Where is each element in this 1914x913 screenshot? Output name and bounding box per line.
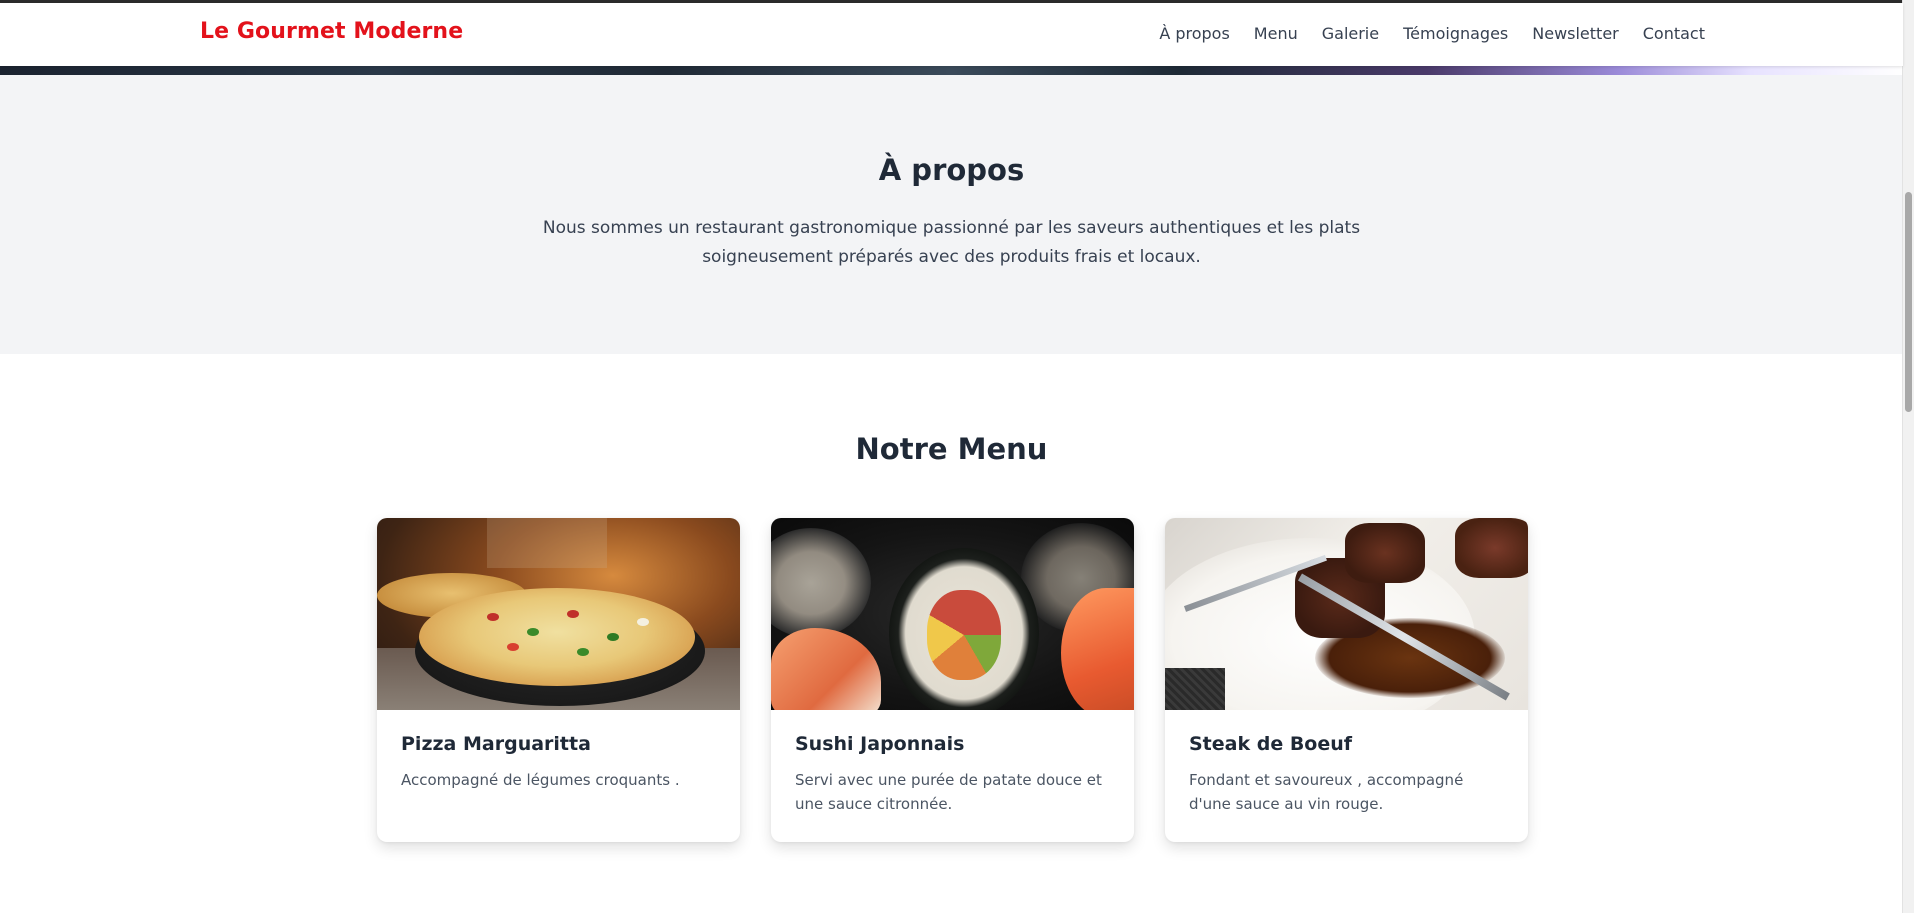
nav-link-galerie[interactable]: Galerie	[1322, 24, 1379, 43]
menu-cards: Pizza Marguaritta Accompagné de légumes …	[377, 518, 1528, 842]
nav-link-newsletter[interactable]: Newsletter	[1532, 24, 1619, 43]
menu-item-description: Fondant et savoureux , accompagné d'une …	[1189, 771, 1464, 813]
scrollbar-thumb[interactable]	[1905, 192, 1912, 412]
nav-link-a-propos[interactable]: À propos	[1159, 24, 1229, 43]
menu-card-pizza[interactable]: Pizza Marguaritta Accompagné de légumes …	[377, 518, 740, 842]
hero-image-edge	[0, 66, 1903, 75]
menu-item-name: Pizza Marguaritta	[401, 733, 591, 755]
menu-card-steak[interactable]: Steak de Boeuf Fondant et savoureux , ac…	[1165, 518, 1528, 842]
nav-link-menu[interactable]: Menu	[1254, 24, 1298, 43]
menu-title: Notre Menu	[855, 432, 1048, 466]
menu-item-description: Servi avec une purée de patate douce et …	[795, 771, 1102, 813]
brand-logo[interactable]: Le Gourmet Moderne	[200, 19, 463, 44]
sushi-image	[771, 518, 1134, 710]
menu-item-name: Sushi Japonnais	[795, 733, 965, 755]
pizza-image	[377, 518, 740, 710]
menu-item-name: Steak de Boeuf	[1189, 733, 1353, 755]
page-scrollbar[interactable]	[1902, 0, 1914, 913]
page: Le Gourmet Moderne À propos Menu Galerie…	[0, 0, 1914, 913]
menu-item-description: Accompagné de légumes croquants .	[401, 771, 680, 789]
nav-link-contact[interactable]: Contact	[1643, 24, 1705, 43]
nav-links: À propos Menu Galerie Témoignages Newsle…	[1159, 24, 1705, 43]
navbar: Le Gourmet Moderne À propos Menu Galerie…	[0, 3, 1903, 66]
nav-link-temoignages[interactable]: Témoignages	[1403, 24, 1508, 43]
menu-section: Notre Menu Pizza Marguaritta Accompagné …	[0, 354, 1903, 913]
about-section: À propos Nous sommes un restaurant gastr…	[0, 75, 1903, 354]
about-title: À propos	[878, 153, 1025, 187]
about-text: Nous sommes un restaurant gastronomique …	[542, 218, 1361, 267]
menu-card-sushi[interactable]: Sushi Japonnais Servi avec une purée de …	[771, 518, 1134, 842]
steak-image	[1165, 518, 1528, 710]
